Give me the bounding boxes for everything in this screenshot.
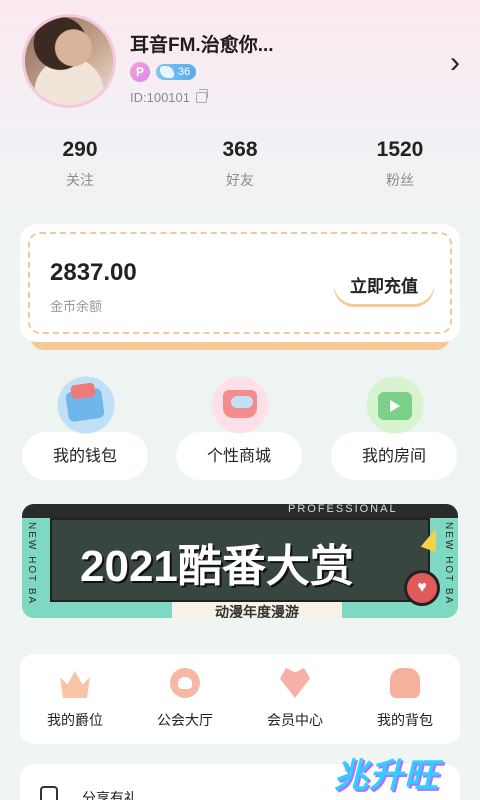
copy-icon[interactable]	[196, 89, 208, 103]
wallet-icon	[57, 376, 115, 434]
share-label: 分享有礼	[82, 790, 138, 800]
badge-row: P 36	[130, 62, 197, 82]
stat-value: 290	[62, 138, 98, 161]
menu-item-rank[interactable]: 我的爵位	[20, 654, 130, 744]
heart-badge-icon: ♥	[404, 570, 440, 606]
feature-label: 个性商城	[206, 448, 271, 465]
stat-label: 关注	[66, 172, 94, 188]
guild-icon	[170, 668, 200, 698]
p-badge-icon: P	[130, 62, 150, 82]
promo-banner[interactable]: PROFESSIONAL NEW HOT BA NEW HOT BA 2021酷…	[22, 504, 458, 618]
watermark-logo: 兆升旺	[334, 757, 439, 795]
crown-icon	[60, 671, 90, 698]
menu-label: 会员中心	[267, 712, 323, 728]
banner-side-text-left: NEW HOT BA	[26, 522, 37, 606]
stat-fans[interactable]: 1520 粉丝	[320, 138, 480, 190]
menu-label: 我的背包	[377, 712, 433, 728]
share-icon	[40, 786, 58, 800]
banner-side-text-right: NEW HOT BA	[443, 522, 454, 606]
recharge-button[interactable]: 立即充值	[334, 264, 434, 304]
stats-row: 290 关注 368 好友 1520 粉丝	[0, 138, 480, 190]
feature-wallet[interactable]: 我的钱包	[22, 376, 148, 480]
avatar[interactable]	[22, 14, 116, 108]
coin-balance-card: 2837.00 金币余额 立即充值	[20, 224, 460, 350]
shop-icon	[211, 376, 269, 434]
user-id: ID:100101	[130, 89, 208, 105]
room-icon	[366, 376, 424, 434]
banner-top-strip: PROFESSIONAL	[22, 504, 458, 518]
coin-label: 金币余额	[50, 299, 103, 314]
menu-label: 公会大厅	[157, 712, 213, 728]
nickname: 耳音FM.治愈你...	[130, 35, 274, 56]
menu-item-guild[interactable]: 公会大厅	[130, 654, 240, 744]
stat-label: 好友	[226, 172, 254, 188]
stat-value: 368	[222, 138, 258, 161]
banner-subtitle: 动漫年度漫游	[172, 602, 342, 618]
feature-label: 我的钱包	[52, 448, 117, 465]
vip-heart-icon	[280, 668, 310, 698]
banner-top-text: PROFESSIONAL	[288, 504, 398, 515]
menu-label: 我的爵位	[47, 712, 103, 728]
coin-amount: 2837.00	[50, 259, 137, 286]
user-id-text: ID:100101	[130, 90, 190, 105]
stat-value: 1520	[376, 138, 424, 161]
stat-friends[interactable]: 368 好友	[160, 138, 320, 190]
level-badge: 36	[156, 64, 197, 80]
bag-icon	[390, 668, 420, 698]
feature-shop[interactable]: 个性商城	[176, 376, 302, 480]
menu-item-vip[interactable]: 会员中心	[240, 654, 350, 744]
feature-label: 我的房间	[361, 448, 426, 465]
menu-item-bag[interactable]: 我的背包	[350, 654, 460, 744]
stat-following[interactable]: 290 关注	[0, 138, 160, 190]
feature-room[interactable]: 我的房间	[331, 376, 457, 480]
stat-label: 粉丝	[386, 172, 414, 188]
menu-grid: 我的爵位 公会大厅 会员中心 我的背包	[20, 654, 460, 744]
feature-buttons: 我的钱包 个性商城 我的房间	[0, 376, 480, 480]
profile-header[interactable]: 耳音FM.治愈你... P 36 ID:100101 ›	[22, 14, 462, 114]
chevron-right-icon[interactable]: ›	[450, 48, 460, 78]
banner-title: 2021酷番大赏	[80, 542, 354, 591]
